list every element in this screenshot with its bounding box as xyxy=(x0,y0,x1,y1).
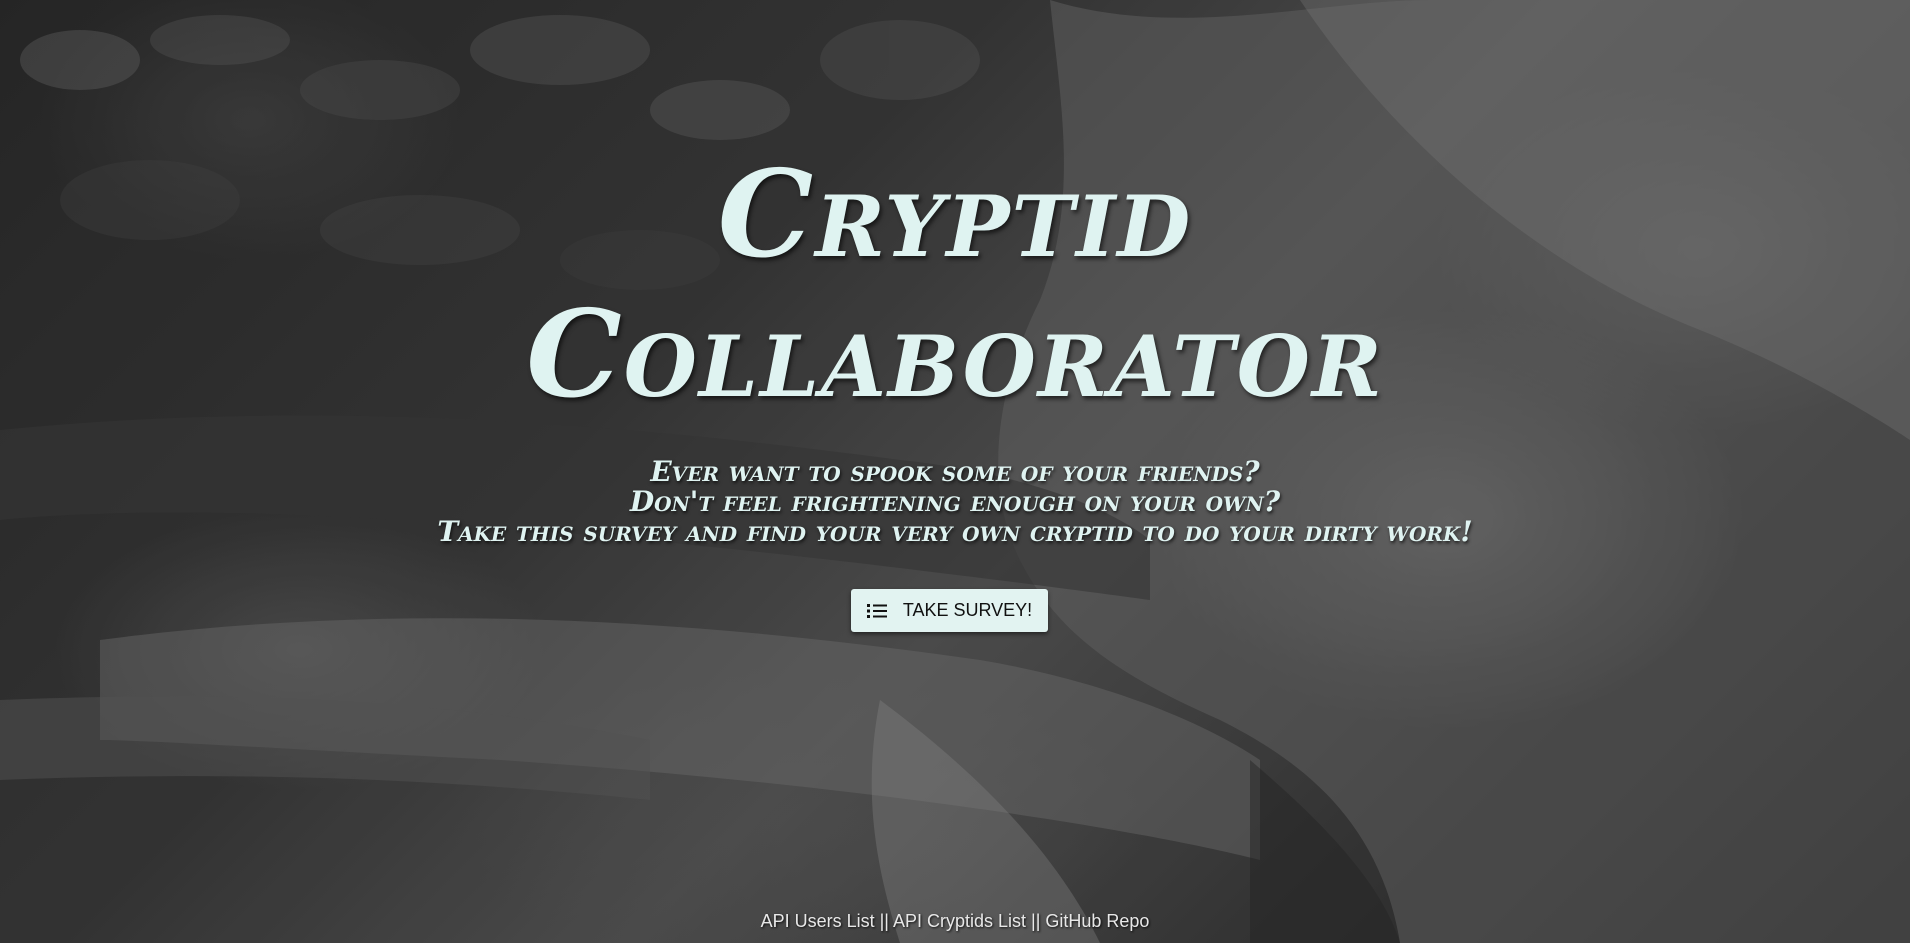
api-cryptids-list-link[interactable]: API Cryptids List xyxy=(893,911,1026,931)
tagline-line2: Don't feel frightening enough on your ow… xyxy=(629,485,1281,518)
footer-separator: || xyxy=(1026,911,1046,931)
take-survey-button-label: TAKE SURVEY! xyxy=(902,600,1033,620)
take-survey-button[interactable]: TAKE SURVEY! xyxy=(851,589,1048,632)
api-users-list-link[interactable]: API Users List xyxy=(761,911,875,931)
hero-section: Cryptid Collaborator Ever want to spook … xyxy=(0,0,1910,943)
tagline-line1: Ever want to spook some of your friends? xyxy=(650,455,1260,488)
footer-links: API Users List || API Cryptids List || G… xyxy=(0,910,1910,932)
tagline-line3: Take this survey and find your very own … xyxy=(437,515,1473,548)
footer-separator: || xyxy=(874,911,893,931)
page-root: Cryptid Collaborator Ever want to spook … xyxy=(0,0,1910,943)
page-title-line2: Collaborator xyxy=(526,284,1384,425)
page-title-line1: Cryptid xyxy=(717,144,1193,285)
github-repo-link[interactable]: GitHub Repo xyxy=(1045,911,1149,931)
list-icon xyxy=(866,603,887,619)
